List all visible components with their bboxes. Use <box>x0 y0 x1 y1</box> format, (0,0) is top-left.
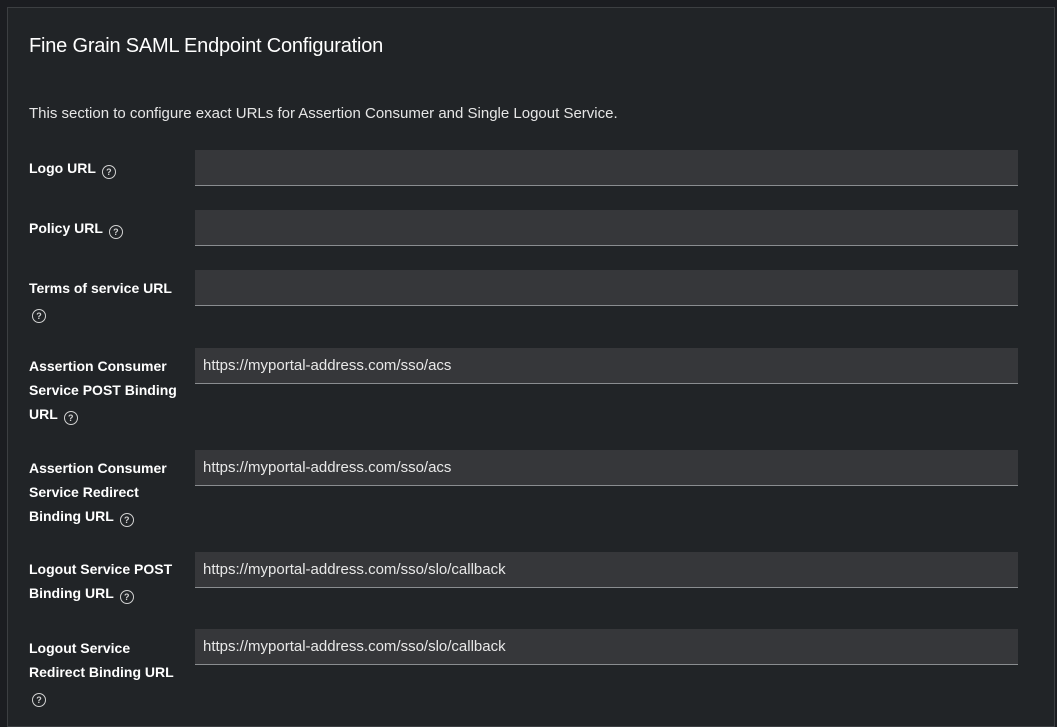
question-circle-icon[interactable]: ? <box>119 513 134 527</box>
logo-url-input[interactable] <box>195 150 1018 186</box>
question-circle-icon[interactable]: ? <box>119 590 134 604</box>
question-circle-icon[interactable]: ? <box>32 309 46 323</box>
question-circle-icon[interactable]: ? <box>63 411 78 425</box>
acs-post-binding-url-input[interactable] <box>195 348 1018 384</box>
terms-of-service-url-input[interactable] <box>195 270 1018 306</box>
terms-of-service-url-label: Terms of service URL? <box>29 280 172 323</box>
question-circle-icon[interactable]: ? <box>32 693 46 707</box>
section-description: This section to configure exact URLs for… <box>29 105 618 122</box>
logout-post-binding-url-input[interactable] <box>195 552 1018 588</box>
section-title: Fine Grain SAML Endpoint Configuration <box>29 35 384 57</box>
fine-grain-saml-panel: Fine Grain SAML Endpoint Configuration T… <box>7 7 1055 727</box>
question-circle-icon[interactable]: ? <box>108 225 123 239</box>
logout-redirect-binding-url-label: Logout Service Redirect Binding URL? <box>29 640 174 707</box>
acs-post-binding-url-label: Assertion Consumer Service POST Binding … <box>29 358 177 425</box>
policy-url-input[interactable] <box>195 210 1018 246</box>
policy-url-label: Policy URL? <box>29 216 179 240</box>
acs-redirect-binding-url-label: Assertion Consumer Service Redirect Bind… <box>29 460 167 527</box>
logout-redirect-binding-url-input[interactable] <box>195 629 1018 665</box>
logo-url-label: Logo URL? <box>29 156 179 180</box>
acs-redirect-binding-url-input[interactable] <box>195 450 1018 486</box>
question-circle-icon[interactable]: ? <box>101 165 116 179</box>
logout-post-binding-url-label: Logout Service POST Binding URL? <box>29 561 173 604</box>
